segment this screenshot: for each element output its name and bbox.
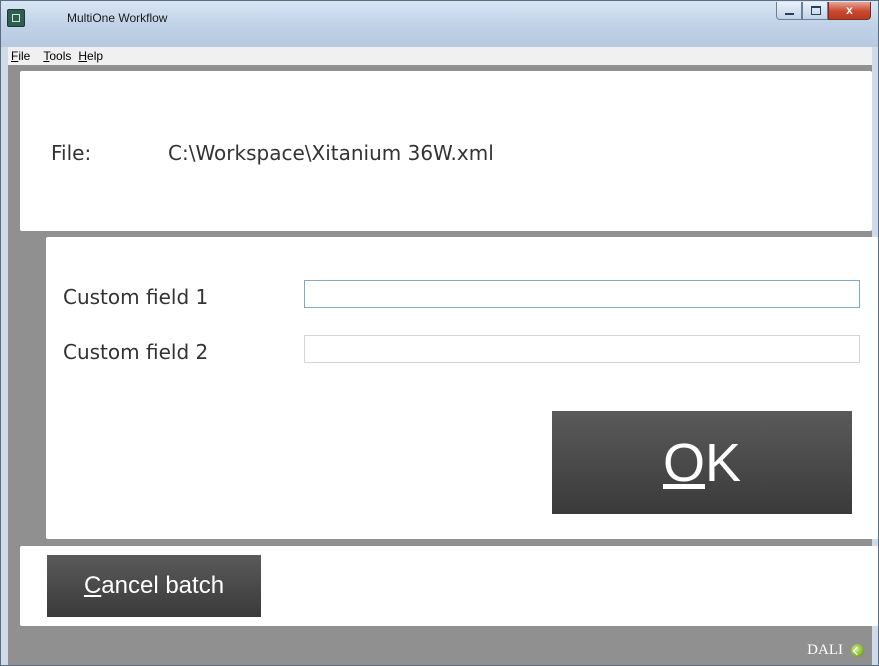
window-controls: [776, 2, 871, 22]
client-area: File: C:\Workspace\Xitanium 36W.xml Cust…: [8, 65, 878, 665]
menu-tools[interactable]: Tools: [40, 49, 75, 63]
menu-bar: File Tools Help: [8, 47, 872, 65]
protocol-label: DALI: [807, 642, 843, 658]
file-panel: File: C:\Workspace\Xitanium 36W.xml: [20, 71, 872, 231]
status-ok-icon: [851, 644, 864, 657]
window-title: MultiOne Workflow: [67, 11, 168, 25]
ok-button[interactable]: OK: [552, 411, 852, 514]
app-icon[interactable]: [7, 9, 25, 27]
custom-field-2-input[interactable]: [304, 335, 860, 363]
custom-field-1-label: Custom field 1: [63, 285, 209, 309]
title-bar[interactable]: MultiOne Workflow: [1, 1, 878, 47]
custom-field-1-input[interactable]: [304, 280, 860, 308]
custom-field-2-label: Custom field 2: [63, 340, 209, 364]
maximize-icon[interactable]: [802, 2, 828, 20]
menu-help[interactable]: Help: [75, 49, 107, 63]
status-bar: DALI: [807, 642, 864, 659]
menu-file[interactable]: File: [8, 49, 34, 63]
file-path: C:\Workspace\Xitanium 36W.xml: [168, 141, 494, 165]
cancel-batch-button[interactable]: Cancel batch: [47, 555, 261, 617]
file-label: File:: [51, 141, 92, 165]
bottom-panel: Cancel batch: [20, 546, 878, 626]
close-icon[interactable]: [828, 2, 871, 20]
custom-fields-panel: Custom field 1 Custom field 2 OK: [46, 237, 878, 539]
minimize-icon[interactable]: [776, 2, 802, 20]
app-window: MultiOne Workflow File Tools Help File: …: [0, 0, 879, 666]
